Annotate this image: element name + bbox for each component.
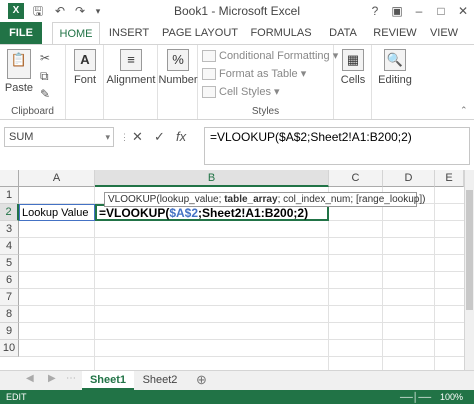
tab-insert[interactable]: INSERT xyxy=(104,22,154,44)
format-painter-icon[interactable]: ✎ xyxy=(40,87,50,101)
formula-bar: SUM ▾ ⋮ ✕ ✓ fx =VLOOKUP($A$2;Sheet2!A1:B… xyxy=(0,124,474,165)
tab-file[interactable]: FILE xyxy=(0,22,42,44)
column-header-b[interactable]: B xyxy=(95,170,329,187)
scroll-right-icon[interactable]: ▶ xyxy=(48,373,56,384)
font-group: A Font xyxy=(66,45,104,119)
ribbon-tabs: FILE HOME INSERT PAGE LAYOUT FORMULAS DA… xyxy=(0,22,474,45)
clipboard-group-label: Clipboard xyxy=(11,106,54,117)
more-sheets-icon[interactable]: ⋯ xyxy=(66,373,76,384)
vertical-scrollbar[interactable] xyxy=(464,170,474,370)
cells-icon: ▦ xyxy=(342,49,364,71)
close-button[interactable]: ✕ xyxy=(454,2,472,20)
name-box-dropdown-icon[interactable]: ▾ xyxy=(105,128,110,146)
styles-group: Conditional Formatting ▾ Format as Table… xyxy=(198,45,338,119)
conditional-formatting-button[interactable]: Conditional Formatting ▾ xyxy=(202,47,338,65)
cells-button[interactable]: ▦ Cells xyxy=(338,49,368,86)
name-box[interactable]: SUM ▾ xyxy=(4,127,114,147)
column-header-e[interactable]: E xyxy=(435,170,464,187)
zoom-level[interactable]: 100% xyxy=(440,390,463,404)
status-mode: EDIT xyxy=(6,392,27,402)
row-header-10[interactable]: 10 xyxy=(0,340,19,357)
scrollbar-thumb[interactable] xyxy=(466,190,473,310)
ribbon-options-icon[interactable]: ▣ xyxy=(388,2,406,20)
formula-bar-divider-icon: ⋮ xyxy=(120,132,129,142)
sheet-tab-sheet1[interactable]: Sheet1 xyxy=(82,371,134,390)
row-header-4[interactable]: 4 xyxy=(0,238,19,255)
scroll-left-icon[interactable]: ◀ xyxy=(26,373,34,384)
tab-view[interactable]: VIEW xyxy=(424,22,464,44)
cell-styles-icon xyxy=(202,86,216,99)
copy-icon[interactable]: ⧉ xyxy=(40,69,49,84)
row-header-6[interactable]: 6 xyxy=(0,272,19,289)
status-bar: EDIT ──│── 100% xyxy=(0,390,474,404)
cancel-icon[interactable]: ✕ xyxy=(132,127,143,147)
cells-group: ▦ Cells xyxy=(334,45,372,119)
format-as-table-button[interactable]: Format as Table ▾ xyxy=(202,65,306,83)
row-header-3[interactable]: 3 xyxy=(0,221,19,238)
row-header-5[interactable]: 5 xyxy=(0,255,19,272)
font-button[interactable]: A Font xyxy=(72,49,98,86)
zoom-slider-icon[interactable]: ──│── xyxy=(400,390,431,404)
editing-button[interactable]: 🔍 Editing xyxy=(374,49,416,86)
column-header-c[interactable]: C xyxy=(329,170,383,187)
row-header-9[interactable]: 9 xyxy=(0,323,19,340)
cell-styles-button[interactable]: Cell Styles ▾ xyxy=(202,83,280,101)
sheet-tab-bar: ◀ ▶ ⋯ Sheet1 Sheet2 ⊕ xyxy=(0,370,474,390)
select-all-corner[interactable] xyxy=(0,170,19,187)
font-icon: A xyxy=(74,49,96,71)
title-bar: X 🖫 ↶ ↷ ▾ Book1 - Microsoft Excel ? ▣ – … xyxy=(0,0,474,22)
row-header-7[interactable]: 7 xyxy=(0,289,19,306)
alignment-button[interactable]: ≡ Alignment xyxy=(106,49,156,86)
number-group: % Number xyxy=(158,45,198,119)
column-header-a[interactable]: A xyxy=(19,170,95,187)
alignment-group: ≡ Alignment xyxy=(104,45,158,119)
cut-icon[interactable]: ✂ xyxy=(40,51,50,65)
formula-bar-buttons: ⋮ ✕ ✓ fx xyxy=(120,127,200,147)
new-sheet-icon[interactable]: ⊕ xyxy=(196,372,207,388)
gridline-de xyxy=(434,187,435,370)
function-tooltip: VLOOKUP(lookup_value; table_array; col_i… xyxy=(104,192,425,207)
styles-group-label: Styles xyxy=(251,106,280,117)
paste-button[interactable]: 📋 Paste xyxy=(4,49,34,94)
restore-button[interactable]: □ xyxy=(432,2,450,20)
tab-page-layout[interactable]: PAGE LAYOUT xyxy=(160,22,240,44)
tab-home[interactable]: HOME xyxy=(52,22,100,45)
editing-icon: 🔍 xyxy=(384,49,406,71)
tab-review[interactable]: REVIEW xyxy=(370,22,420,44)
alignment-icon: ≡ xyxy=(120,49,142,71)
clipboard-group: 📋 Paste ✂ ⧉ ✎ Clipboard xyxy=(0,45,66,119)
clipboard-icon: 📋 xyxy=(7,49,31,79)
number-button[interactable]: % Number xyxy=(158,49,198,86)
format-table-icon xyxy=(202,68,216,81)
formula-input[interactable]: =VLOOKUP($A$2;Sheet2!A1:B200;2) xyxy=(204,127,470,165)
row-header-8[interactable]: 8 xyxy=(0,306,19,323)
tab-formulas[interactable]: FORMULAS xyxy=(246,22,316,44)
tab-data[interactable]: DATA xyxy=(322,22,364,44)
help-icon[interactable]: ? xyxy=(366,2,384,20)
enter-icon[interactable]: ✓ xyxy=(154,127,165,147)
sheet-tab-sheet2[interactable]: Sheet2 xyxy=(134,371,186,390)
cell-b2-reference: $A$2 xyxy=(169,206,199,220)
gridline-cd xyxy=(382,187,383,370)
editing-group: 🔍 Editing xyxy=(372,45,418,119)
row-header-1[interactable]: 1 xyxy=(0,187,19,204)
ribbon: 📋 Paste ✂ ⧉ ✎ Clipboard A Font ≡ Alignme… xyxy=(0,44,474,120)
minimize-button[interactable]: – xyxy=(410,2,428,20)
row-header-2[interactable]: 2 xyxy=(0,204,19,221)
column-header-d[interactable]: D xyxy=(383,170,435,187)
cell-a2[interactable]: Lookup Value xyxy=(19,204,95,221)
conditional-formatting-icon xyxy=(202,50,216,63)
insert-function-icon[interactable]: fx xyxy=(176,127,186,147)
percent-icon: % xyxy=(167,49,189,71)
collapse-ribbon-icon[interactable]: ⌃ xyxy=(460,105,468,116)
